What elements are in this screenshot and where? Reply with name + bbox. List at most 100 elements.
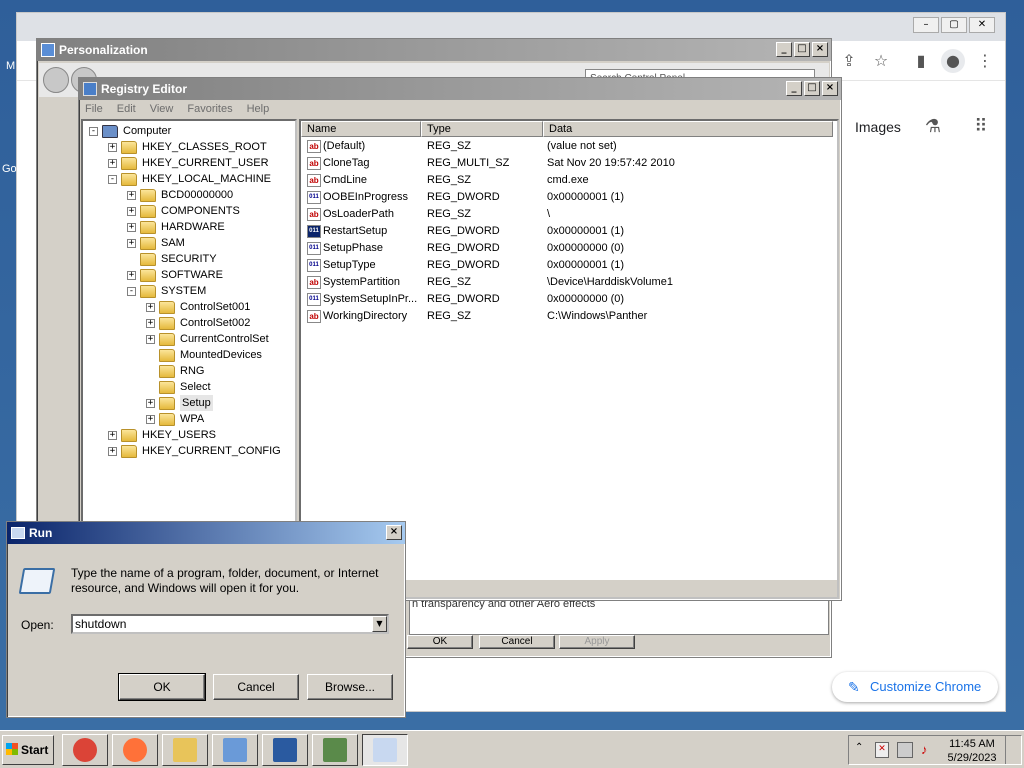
registry-value-row[interactable]: 011 OOBEInProgress REG_DWORD 0x00000001 (1) — [301, 189, 831, 206]
expand-icon[interactable]: + — [146, 415, 155, 424]
menu-view[interactable]: View — [150, 100, 174, 118]
run-ok-button[interactable]: OK — [118, 673, 206, 701]
taskbar-run-button[interactable] — [362, 734, 408, 766]
registry-value-row[interactable]: 011 SetupType REG_DWORD 0x00000001 (1) — [301, 257, 831, 274]
registry-value-row[interactable]: 011 RestartSetup REG_DWORD 0x00000001 (1) — [301, 223, 831, 240]
back-button[interactable] — [43, 67, 69, 93]
chrome-close-button[interactable]: ✕ — [969, 17, 995, 33]
chrome-maximize-button[interactable]: ▢ — [941, 17, 967, 33]
registry-value-row[interactable]: ab SystemPartition REG_SZ \Device\HarddiskV… — [301, 274, 831, 291]
expand-icon[interactable]: + — [108, 431, 117, 440]
chrome-minimize-button[interactable]: – — [913, 17, 939, 33]
expand-icon[interactable]: + — [108, 143, 117, 152]
side-panel-icon[interactable]: ▮ — [909, 49, 933, 73]
expand-icon[interactable]: + — [127, 207, 136, 216]
volume-muted-icon[interactable]: ♪ — [921, 742, 928, 757]
bookmark-star-icon[interactable]: ☆ — [869, 49, 893, 73]
expand-icon[interactable]: + — [127, 191, 136, 200]
menu-file[interactable]: File — [85, 100, 103, 118]
tree-node[interactable]: + HKEY_USERS — [83, 427, 295, 443]
tree-node[interactable]: + SAM — [83, 235, 295, 251]
collapse-icon[interactable]: - — [127, 287, 136, 296]
taskbar-chrome-button[interactable] — [62, 734, 108, 766]
taskbar-remote-desktop-button[interactable] — [262, 734, 308, 766]
collapse-icon[interactable]: - — [108, 175, 117, 184]
regedit-close-button[interactable]: × — [822, 81, 838, 96]
clock-time[interactable]: 11:45 AM — [945, 738, 999, 750]
tree-node[interactable]: MountedDevices — [83, 347, 295, 363]
tree-node[interactable]: + HKEY_CURRENT_CONFIG — [83, 443, 295, 459]
collapse-icon[interactable]: - — [89, 127, 98, 136]
customize-chrome-button[interactable]: ✎ Customize Chrome — [832, 672, 998, 702]
menu-favorites[interactable]: Favorites — [187, 100, 232, 118]
share-icon[interactable]: ⇪ — [837, 49, 861, 73]
apps-grid-icon[interactable]: ⠿ — [969, 115, 993, 139]
menu-edit[interactable]: Edit — [117, 100, 136, 118]
expand-icon[interactable]: + — [127, 271, 136, 280]
tree-node[interactable]: + HARDWARE — [83, 219, 295, 235]
labs-flask-icon[interactable]: ⚗ — [921, 115, 945, 139]
tree-node[interactable]: SECURITY — [83, 251, 295, 267]
registry-value-row[interactable]: 011 SystemSetupInPr... REG_DWORD 0x00000000… — [301, 291, 831, 308]
personalization-minimize-button[interactable]: _ — [776, 42, 792, 57]
personalization-close-button[interactable]: × — [812, 42, 828, 57]
tree-node[interactable]: + BCD00000000 — [83, 187, 295, 203]
tree-node[interactable]: + ControlSet002 — [83, 315, 295, 331]
open-combobox[interactable]: ▼ — [71, 614, 389, 634]
column-header-type[interactable]: Type — [421, 121, 543, 137]
profile-avatar-icon[interactable]: ● — [941, 49, 965, 73]
column-header-data[interactable]: Data — [543, 121, 833, 137]
personalization-apply-button[interactable]: Apply — [559, 635, 635, 649]
tree-node[interactable]: RNG — [83, 363, 295, 379]
registry-value-row[interactable]: ab OsLoaderPath REG_SZ \ — [301, 206, 831, 223]
registry-value-row[interactable]: 011 SetupPhase REG_DWORD 0x00000000 (0) — [301, 240, 831, 257]
taskbar-explorer-button[interactable] — [162, 734, 208, 766]
chrome-menu-icon[interactable]: ⋮ — [973, 49, 997, 73]
registry-value-row[interactable]: ab WorkingDirectory REG_SZ C:\Windows\Panth… — [301, 308, 831, 325]
expand-icon[interactable]: + — [108, 447, 117, 456]
tree-node[interactable]: Select — [83, 379, 295, 395]
images-link[interactable]: Images — [855, 119, 901, 135]
tree-node[interactable]: - SYSTEM — [83, 283, 295, 299]
registry-value-row[interactable]: ab (Default) REG_SZ (value not set) — [301, 138, 831, 155]
tree-node[interactable]: + Setup — [83, 395, 295, 411]
tree-node[interactable]: + WPA — [83, 411, 295, 427]
show-hidden-icons-chevron-icon[interactable]: ⌃ — [855, 742, 863, 753]
expand-icon[interactable]: + — [127, 239, 136, 248]
expand-icon[interactable]: + — [108, 159, 117, 168]
personalization-maximize-button[interactable]: □ — [794, 42, 810, 57]
start-button[interactable]: Start — [2, 735, 54, 765]
regedit-maximize-button[interactable]: □ — [804, 81, 820, 96]
open-input[interactable] — [75, 616, 365, 632]
menu-help[interactable]: Help — [247, 100, 270, 118]
personalization-cancel-button[interactable]: Cancel — [479, 635, 555, 649]
tree-node[interactable]: - Computer — [83, 123, 295, 139]
show-desktop-button[interactable] — [1005, 736, 1021, 764]
personalization-ok-button[interactable]: OK — [407, 635, 473, 649]
expand-icon[interactable]: + — [146, 319, 155, 328]
tree-node[interactable]: + HKEY_CLASSES_ROOT — [83, 139, 295, 155]
clock-date[interactable]: 5/29/2023 — [945, 752, 999, 764]
regedit-minimize-button[interactable]: _ — [786, 81, 802, 96]
taskbar-firefox-button[interactable] — [112, 734, 158, 766]
tree-node[interactable]: - HKEY_LOCAL_MACHINE — [83, 171, 295, 187]
tree-node[interactable]: + COMPONENTS — [83, 203, 295, 219]
run-browse-button[interactable]: Browse... — [307, 674, 393, 700]
column-header-name[interactable]: Name — [301, 121, 421, 137]
action-center-flag-icon[interactable]: ✕ — [875, 742, 889, 758]
expand-icon[interactable]: + — [146, 399, 155, 408]
expand-icon[interactable]: + — [146, 335, 155, 344]
tree-node[interactable]: + SOFTWARE — [83, 267, 295, 283]
run-close-button[interactable]: × — [386, 525, 402, 540]
tree-node[interactable]: + HKEY_CURRENT_USER — [83, 155, 295, 171]
network-icon[interactable] — [897, 742, 913, 758]
expand-icon[interactable]: + — [146, 303, 155, 312]
open-dropdown-arrow-icon[interactable]: ▼ — [372, 616, 387, 632]
tree-node[interactable]: + CurrentControlSet — [83, 331, 295, 347]
taskbar-regedit-button[interactable] — [312, 734, 358, 766]
expand-icon[interactable]: + — [127, 223, 136, 232]
run-cancel-button[interactable]: Cancel — [213, 674, 299, 700]
tree-node[interactable]: + ControlSet001 — [83, 299, 295, 315]
registry-value-row[interactable]: ab CmdLine REG_SZ cmd.exe — [301, 172, 831, 189]
taskbar-control-panel-button[interactable] — [212, 734, 258, 766]
